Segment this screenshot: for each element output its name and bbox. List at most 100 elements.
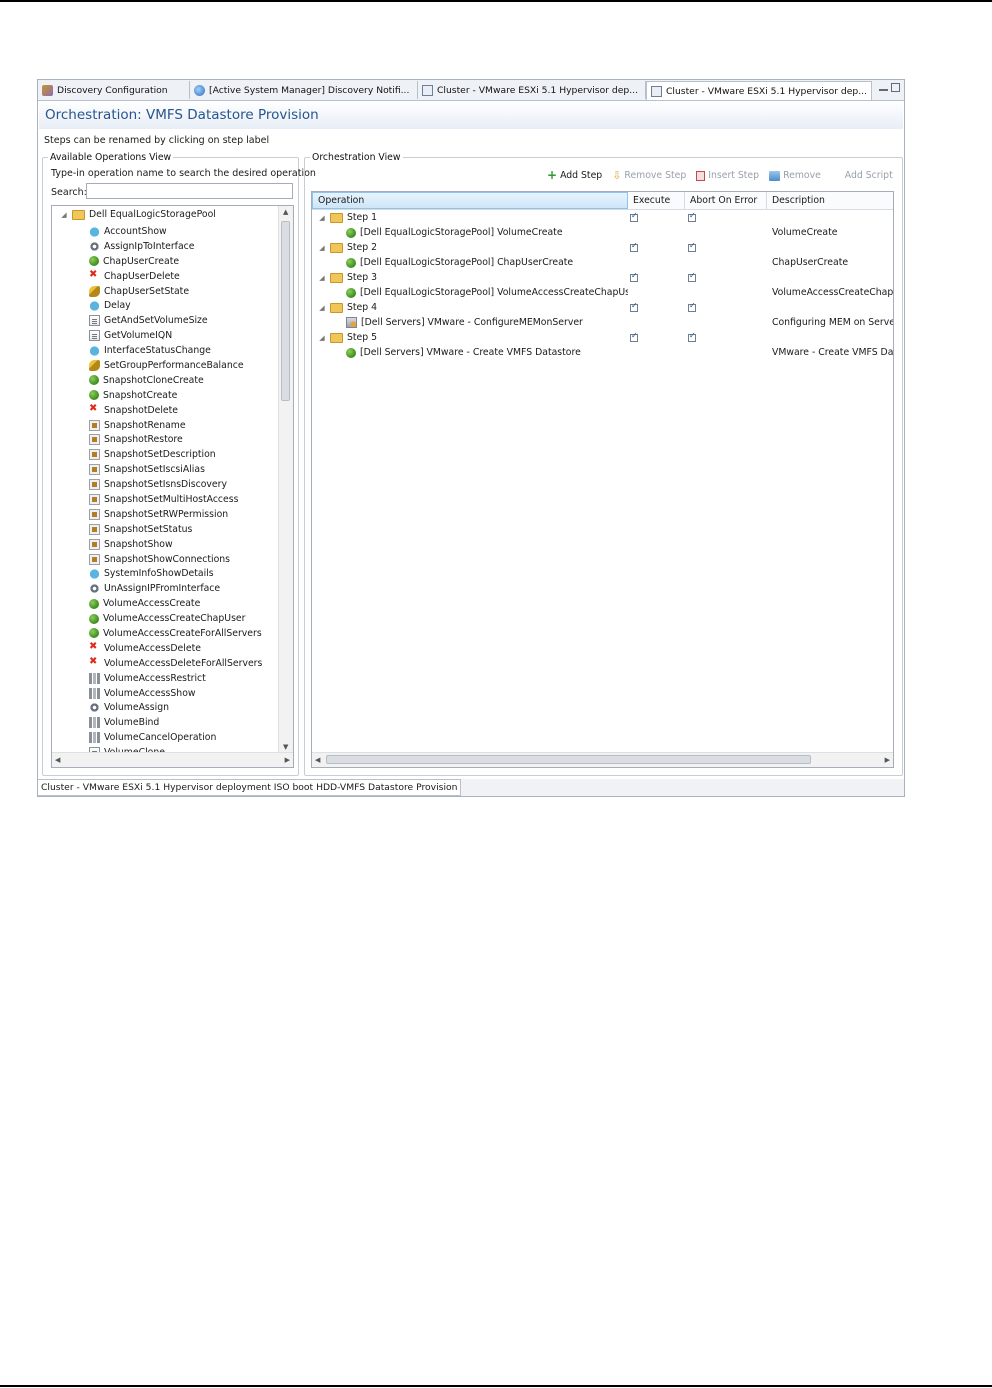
operation-row[interactable]: [Dell EqualLogicStoragePool] ChapUserCre… <box>312 255 893 270</box>
maximize-icon[interactable] <box>891 83 900 92</box>
operation-item[interactable]: VolumeAccessCreateChapUser <box>89 611 262 626</box>
step-label[interactable]: Step 3 <box>347 272 377 283</box>
operation-item[interactable]: AccountShow <box>89 224 262 239</box>
operation-item[interactable]: VolumeAccessCreate <box>89 596 262 611</box>
operation-item[interactable]: SnapshotCloneCreate <box>89 373 262 388</box>
execute-checkbox[interactable] <box>630 241 638 252</box>
operation-item[interactable]: VolumeAccessShow <box>89 686 262 701</box>
execute-checkbox[interactable] <box>630 211 638 222</box>
column-header-operation[interactable]: Operation <box>312 192 628 209</box>
collapse-arrow-icon[interactable]: ◢ <box>318 214 326 222</box>
collapse-arrow-icon[interactable]: ◢ <box>318 334 326 342</box>
remove-button[interactable]: Remove <box>769 169 821 182</box>
step-row[interactable]: ◢ Step 3 <box>312 270 893 285</box>
abort-on-error-checkbox[interactable] <box>688 301 696 312</box>
operation-item[interactable]: SetGroupPerformanceBalance <box>89 358 262 373</box>
play-icon <box>89 598 99 609</box>
search-input[interactable] <box>86 183 293 199</box>
tab-cluster-deployment[interactable]: Cluster - VMware ESXi 5.1 Hypervisor dep… <box>418 81 646 99</box>
operation-row[interactable]: [Dell Servers] VMware - Create VMFS Data… <box>312 345 893 360</box>
operation-item[interactable]: SnapshotShow <box>89 537 262 552</box>
scroll-up-icon[interactable]: ▲ <box>283 208 288 216</box>
operation-item[interactable]: VolumeCancelOperation <box>89 730 262 745</box>
column-header-execute[interactable]: Execute <box>628 192 685 209</box>
execute-checkbox[interactable] <box>630 301 638 312</box>
operation-item[interactable]: ChapUserSetState <box>89 284 262 299</box>
step-row[interactable]: ◢ Step 5 <box>312 330 893 345</box>
collapse-arrow-icon[interactable]: ◢ <box>318 304 326 312</box>
operation-item[interactable]: Delay <box>89 298 262 313</box>
tab-discovery-configuration[interactable]: Discovery Configuration <box>38 81 190 99</box>
operation-item[interactable]: SnapshotRename <box>89 418 262 433</box>
minimize-icon[interactable] <box>879 85 888 91</box>
operation-item[interactable]: SnapshotDelete <box>89 403 262 418</box>
tree-vertical-scrollbar[interactable]: ▲ ▼ <box>278 206 293 753</box>
operation-item[interactable]: VolumeAccessRestrict <box>89 671 262 686</box>
step-label[interactable]: Step 1 <box>347 212 377 223</box>
operation-item[interactable]: ChapUserCreate <box>89 254 262 269</box>
operation-row[interactable]: [Dell Servers] VMware - ConfigureMEMonSe… <box>312 315 893 330</box>
step-row[interactable]: ◢ Step 4 <box>312 300 893 315</box>
collapse-arrow-icon[interactable]: ◢ <box>60 211 68 219</box>
abort-on-error-checkbox[interactable] <box>688 331 696 342</box>
operation-item[interactable]: SystemInfoShowDetails <box>89 566 262 581</box>
bottom-tab-provision[interactable]: Cluster - VMware ESXi 5.1 Hypervisor dep… <box>38 779 462 796</box>
add-step-button[interactable]: + Add Step <box>547 169 602 182</box>
operation-item[interactable]: SnapshotSetIscsiAlias <box>89 462 262 477</box>
table-horizontal-scrollbar[interactable]: ◀ ▶ <box>312 752 893 767</box>
operations-tree[interactable]: ◢ Dell EqualLogicStoragePool AccountShow… <box>51 205 294 768</box>
collapse-arrow-icon[interactable]: ◢ <box>318 244 326 252</box>
tree-horizontal-scrollbar[interactable]: ◀ ▶ <box>52 752 293 767</box>
operation-item[interactable]: GetVolumeIQN <box>89 328 262 343</box>
step-row[interactable]: ◢ Step 1 <box>312 210 893 225</box>
step-row[interactable]: ◢ Step 2 <box>312 240 893 255</box>
step-label[interactable]: Step 4 <box>347 302 377 313</box>
operation-item[interactable]: SnapshotCreate <box>89 388 262 403</box>
execute-checkbox[interactable] <box>630 331 638 342</box>
operation-item[interactable]: SnapshotSetMultiHostAccess <box>89 492 262 507</box>
abort-on-error-checkbox[interactable] <box>688 241 696 252</box>
add-script-button[interactable]: Add Script <box>845 169 893 182</box>
operation-item[interactable]: InterfaceStatusChange <box>89 343 262 358</box>
operation-item[interactable]: AssignIpToInterface <box>89 239 262 254</box>
column-header-abort-on-error[interactable]: Abort On Error <box>685 192 767 209</box>
operation-item[interactable]: SnapshotRestore <box>89 432 262 447</box>
insert-step-button[interactable]: Insert Step <box>696 169 759 182</box>
remove-step-button[interactable]: ⇩ Remove Step <box>612 169 686 182</box>
orchestration-table[interactable]: Operation Execute Abort On Error Descrip… <box>311 191 894 768</box>
operation-item[interactable]: SnapshotSetRWPermission <box>89 507 262 522</box>
operation-item[interactable]: VolumeAccessDeleteForAllServers <box>89 656 262 671</box>
scroll-thumb[interactable] <box>326 755 811 764</box>
operation-item[interactable]: SnapshotSetStatus <box>89 522 262 537</box>
operation-item[interactable]: VolumeAccessCreateForAllServers <box>89 626 262 641</box>
tree-root[interactable]: ◢ Dell EqualLogicStoragePool <box>60 209 216 220</box>
abort-on-error-checkbox[interactable] <box>688 271 696 282</box>
operation-item[interactable]: ChapUserDelete <box>89 269 262 284</box>
operation-item[interactable]: SnapshotSetDescription <box>89 447 262 462</box>
tab-cluster-deployment-active[interactable]: Cluster - VMware ESXi 5.1 Hypervisor dep… <box>646 81 872 100</box>
operation-item[interactable]: GetAndSetVolumeSize <box>89 313 262 328</box>
scroll-left-icon[interactable]: ◀ <box>315 756 320 764</box>
column-header-description[interactable]: Description <box>767 192 893 209</box>
operation-label: SnapshotCloneCreate <box>103 374 204 386</box>
tab-discovery-notification[interactable]: [Active System Manager] Discovery Notifi… <box>190 81 418 99</box>
close-tab-icon[interactable]: ☒ <box>871 86 872 97</box>
operation-item[interactable]: VolumeBind <box>89 715 262 730</box>
operation-item[interactable]: SnapshotShowConnections <box>89 552 262 567</box>
operation-item[interactable]: VolumeAccessDelete <box>89 641 262 656</box>
scroll-right-icon[interactable]: ▶ <box>285 756 290 764</box>
operation-row[interactable]: [Dell EqualLogicStoragePool] VolumeAcces… <box>312 285 893 300</box>
operation-item[interactable]: SnapshotSetIsnsDiscovery <box>89 477 262 492</box>
operation-item[interactable]: UnAssignIPFromInterface <box>89 581 262 596</box>
collapse-arrow-icon[interactable]: ◢ <box>318 274 326 282</box>
scroll-down-icon[interactable]: ▼ <box>283 743 288 751</box>
scroll-left-icon[interactable]: ◀ <box>55 756 60 764</box>
step-label[interactable]: Step 2 <box>347 242 377 253</box>
operation-row[interactable]: [Dell EqualLogicStoragePool] VolumeCreat… <box>312 225 893 240</box>
execute-checkbox[interactable] <box>630 271 638 282</box>
step-label[interactable]: Step 5 <box>347 332 377 343</box>
operation-item[interactable]: VolumeAssign <box>89 701 262 716</box>
abort-on-error-checkbox[interactable] <box>688 211 696 222</box>
scroll-right-icon[interactable]: ▶ <box>885 756 890 764</box>
scroll-thumb[interactable] <box>281 221 290 401</box>
